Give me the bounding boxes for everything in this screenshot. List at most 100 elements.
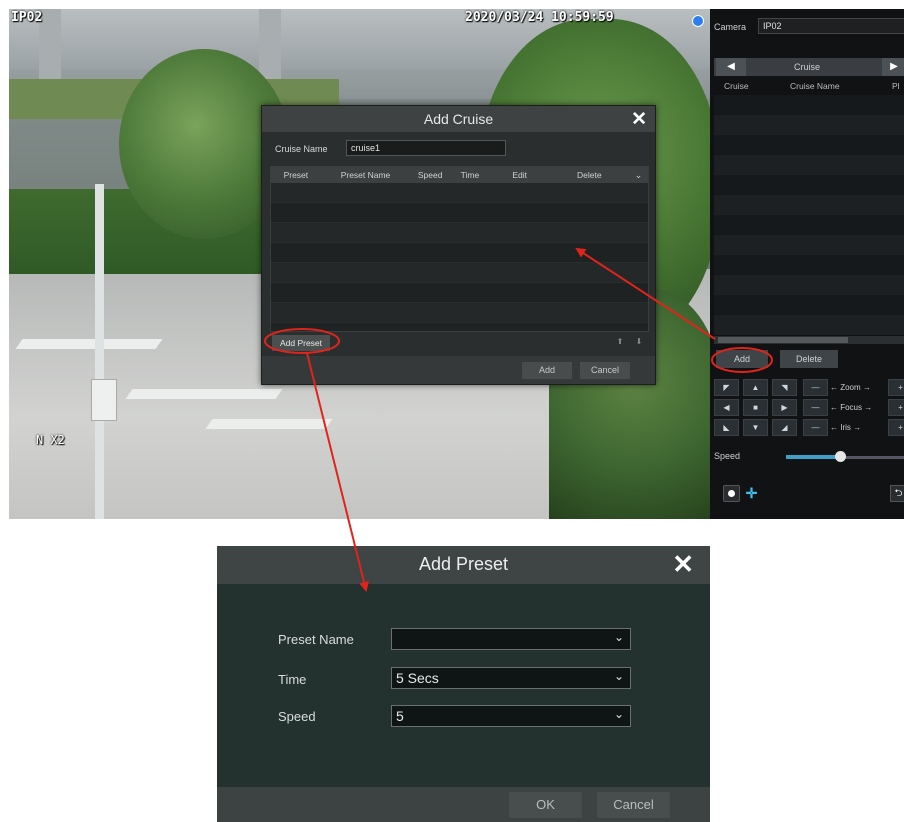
iris-label: ← Iris → — [830, 423, 862, 432]
speed-label: Speed — [278, 709, 316, 724]
list-item[interactable] — [714, 255, 904, 275]
ptz-left-icon[interactable]: ◀ — [714, 399, 739, 416]
camera-scene-road-marking — [15, 339, 163, 349]
osd-zoom-label: N X2 — [36, 433, 65, 447]
tab-next-icon[interactable]: ▶ — [882, 58, 904, 76]
ptz-down-icon[interactable]: ▼ — [743, 419, 768, 436]
ptz-control-panel: Camera IP02 ◀ Cruise ▶ Cruise Cruise Nam… — [710, 9, 904, 519]
table-row[interactable] — [271, 203, 648, 223]
zoom-label: ← Zoom → — [830, 383, 871, 392]
column-header-time: Time — [460, 170, 480, 180]
ptz-up-left-icon[interactable]: ◤ — [714, 379, 739, 396]
cancel-button[interactable]: Cancel — [580, 362, 630, 379]
add-cruise-button[interactable]: Add — [716, 350, 768, 368]
record-icon[interactable] — [723, 485, 740, 502]
speed-value: 5 — [396, 708, 404, 724]
list-item[interactable] — [714, 155, 904, 175]
list-item[interactable] — [714, 215, 904, 235]
preset-name-label: Preset Name — [278, 632, 354, 647]
add-cruise-titlebar: Add Cruise ✕ — [262, 106, 655, 132]
list-item[interactable] — [714, 295, 904, 315]
close-icon[interactable]: ✕ — [672, 549, 694, 580]
time-select[interactable]: 5 Secs ⌄ — [391, 667, 631, 689]
ptz-up-icon[interactable]: ▲ — [743, 379, 768, 396]
table-row[interactable] — [271, 263, 648, 283]
list-item[interactable] — [714, 115, 904, 135]
add-preset-title: Add Preset — [418, 554, 509, 574]
table-row[interactable] — [271, 183, 648, 203]
camera-select[interactable]: IP02 — [758, 18, 904, 34]
cancel-button[interactable]: Cancel — [597, 792, 670, 818]
zoom-out-icon[interactable]: — — [803, 379, 828, 396]
add-preset-titlebar: Add Preset ✕ — [217, 546, 710, 584]
ptz-stop-icon[interactable]: ■ — [743, 399, 768, 416]
speed-slider-thumb[interactable] — [835, 451, 846, 462]
speed-slider-fill — [786, 455, 840, 459]
osd-timestamp: 2020/03/24 10:59:59 — [465, 10, 614, 25]
speed-select[interactable]: 5 ⌄ — [391, 705, 631, 727]
camera-scene-box — [91, 379, 117, 421]
focus-far-icon[interactable]: + — [888, 399, 904, 416]
focus-label: ← Focus → — [830, 403, 873, 412]
delete-cruise-button[interactable]: Delete — [780, 350, 838, 368]
focus-near-icon[interactable]: — — [803, 399, 828, 416]
cruise-name-input[interactable]: cruise1 — [346, 140, 506, 156]
add-preset-button[interactable]: Add Preset — [272, 335, 330, 351]
move-up-icon[interactable]: ⬆ — [613, 335, 627, 349]
chevron-down-icon: ⌄ — [613, 707, 624, 721]
camera-label: Camera — [714, 22, 747, 32]
chevron-down-icon: ⌄ — [613, 669, 624, 683]
list-item[interactable] — [714, 315, 904, 335]
add-cruise-dialog: Add Cruise ✕ Cruise Name cruise1 Preset … — [261, 105, 656, 385]
column-header-cruise: Cruise — [724, 81, 749, 91]
osd-channel-label: IP02 — [11, 10, 43, 25]
chevron-down-icon[interactable]: ⌄ — [629, 170, 648, 181]
list-item[interactable] — [714, 235, 904, 255]
back-icon[interactable]: ⮌ — [890, 485, 904, 502]
tab-cruise[interactable]: Cruise — [794, 62, 820, 72]
tab-prev-icon[interactable]: ◀ — [716, 58, 746, 76]
scrollbar-thumb[interactable] — [718, 337, 848, 343]
list-item[interactable] — [714, 175, 904, 195]
iris-close-icon[interactable]: — — [803, 419, 828, 436]
chevron-down-icon: ⌄ — [613, 630, 624, 644]
ok-button[interactable]: OK — [509, 792, 582, 818]
cruise-list[interactable] — [714, 95, 904, 335]
speed-label: Speed — [714, 451, 741, 461]
list-item[interactable] — [714, 135, 904, 155]
cruise-list-scrollbar[interactable] — [714, 336, 904, 344]
column-header-preset: Preset — [283, 170, 309, 180]
ptz-down-right-icon[interactable]: ◢ — [772, 419, 797, 436]
column-header-preset-name: Preset Name — [340, 170, 391, 180]
move-icon[interactable]: ✛ — [743, 485, 760, 502]
table-row[interactable] — [271, 303, 648, 323]
add-button[interactable]: Add — [522, 362, 572, 379]
list-item[interactable] — [714, 95, 904, 115]
table-row[interactable] — [271, 223, 648, 243]
add-cruise-title: Add Cruise — [423, 111, 494, 127]
add-preset-dialog: Add Preset ✕ Preset Name ⌄ Time 5 Secs ⌄… — [217, 546, 710, 822]
camera-scene-pole — [95, 184, 104, 519]
ptz-right-icon[interactable]: ▶ — [772, 399, 797, 416]
column-header-cruise-name: Cruise Name — [790, 81, 840, 91]
table-row[interactable] — [271, 243, 648, 263]
list-item[interactable] — [714, 275, 904, 295]
ptz-up-right-icon[interactable]: ◥ — [772, 379, 797, 396]
status-dot-icon — [692, 15, 704, 27]
iris-open-icon[interactable]: + — [888, 419, 904, 436]
preset-name-select[interactable]: ⌄ — [391, 628, 631, 650]
column-header-delete: Delete — [577, 170, 602, 180]
table-row[interactable] — [271, 283, 648, 303]
close-icon[interactable]: ✕ — [631, 108, 647, 131]
column-header-speed: Speed — [417, 170, 443, 180]
ptz-tab-bar: ◀ Cruise ▶ — [714, 58, 904, 76]
camera-scene-road-marking — [125, 389, 283, 399]
column-header-edit: Edit — [512, 170, 527, 180]
list-item[interactable] — [714, 195, 904, 215]
move-down-icon[interactable]: ⬇ — [632, 335, 646, 349]
zoom-in-icon[interactable]: + — [888, 379, 904, 396]
cruise-name-label: Cruise Name — [275, 144, 328, 154]
ptz-down-left-icon[interactable]: ◣ — [714, 419, 739, 436]
cruise-preset-table[interactable]: Preset Preset Name Speed Time Edit Delet… — [270, 166, 649, 332]
time-value: 5 Secs — [396, 670, 439, 686]
